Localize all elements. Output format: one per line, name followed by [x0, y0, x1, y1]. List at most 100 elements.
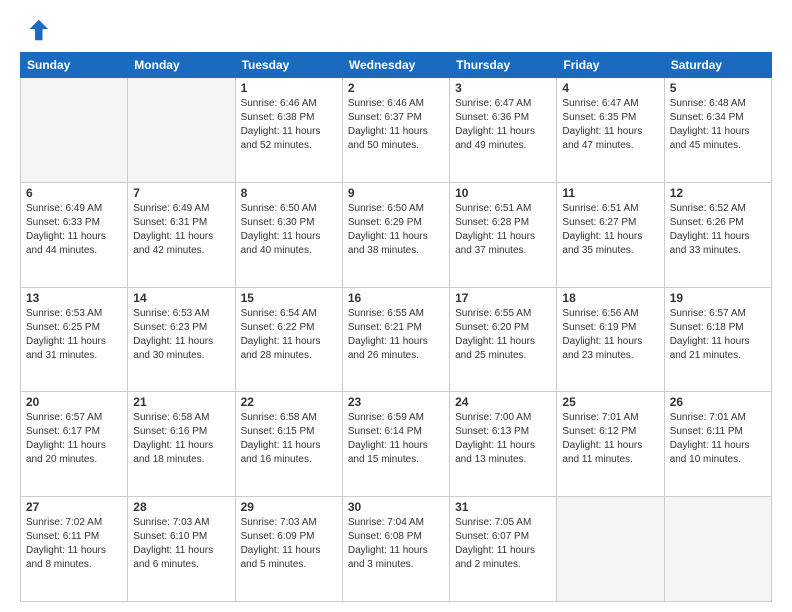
calendar-header-thursday: Thursday [450, 53, 557, 78]
day-number: 9 [348, 186, 444, 200]
day-number: 4 [562, 81, 658, 95]
day-number: 13 [26, 291, 122, 305]
day-info: Sunrise: 6:46 AMSunset: 6:38 PMDaylight:… [241, 97, 337, 153]
calendar-cell: 8 Sunrise: 6:50 AMSunset: 6:30 PMDayligh… [235, 182, 342, 287]
day-info: Sunrise: 7:03 AMSunset: 6:10 PMDaylight:… [133, 516, 229, 572]
calendar-cell: 9 Sunrise: 6:50 AMSunset: 6:29 PMDayligh… [342, 182, 449, 287]
calendar-cell [128, 78, 235, 183]
day-info: Sunrise: 7:05 AMSunset: 6:07 PMDaylight:… [455, 516, 551, 572]
calendar-cell: 3 Sunrise: 6:47 AMSunset: 6:36 PMDayligh… [450, 78, 557, 183]
calendar-header-row: SundayMondayTuesdayWednesdayThursdayFrid… [21, 53, 772, 78]
day-number: 10 [455, 186, 551, 200]
day-info: Sunrise: 6:49 AMSunset: 6:31 PMDaylight:… [133, 202, 229, 258]
day-number: 27 [26, 500, 122, 514]
calendar-cell: 12 Sunrise: 6:52 AMSunset: 6:26 PMDaylig… [664, 182, 771, 287]
calendar-cell: 24 Sunrise: 7:00 AMSunset: 6:13 PMDaylig… [450, 392, 557, 497]
day-info: Sunrise: 6:53 AMSunset: 6:25 PMDaylight:… [26, 307, 122, 363]
calendar-cell: 1 Sunrise: 6:46 AMSunset: 6:38 PMDayligh… [235, 78, 342, 183]
calendar-cell: 2 Sunrise: 6:46 AMSunset: 6:37 PMDayligh… [342, 78, 449, 183]
day-info: Sunrise: 6:58 AMSunset: 6:16 PMDaylight:… [133, 411, 229, 467]
day-number: 3 [455, 81, 551, 95]
day-info: Sunrise: 7:01 AMSunset: 6:11 PMDaylight:… [670, 411, 766, 467]
calendar-cell [664, 497, 771, 602]
day-number: 12 [670, 186, 766, 200]
calendar-cell: 27 Sunrise: 7:02 AMSunset: 6:11 PMDaylig… [21, 497, 128, 602]
day-number: 6 [26, 186, 122, 200]
calendar-cell: 22 Sunrise: 6:58 AMSunset: 6:15 PMDaylig… [235, 392, 342, 497]
calendar-header-sunday: Sunday [21, 53, 128, 78]
header [20, 16, 772, 44]
day-number: 11 [562, 186, 658, 200]
day-info: Sunrise: 6:59 AMSunset: 6:14 PMDaylight:… [348, 411, 444, 467]
day-number: 19 [670, 291, 766, 305]
day-info: Sunrise: 6:52 AMSunset: 6:26 PMDaylight:… [670, 202, 766, 258]
calendar-week-4: 27 Sunrise: 7:02 AMSunset: 6:11 PMDaylig… [21, 497, 772, 602]
day-info: Sunrise: 6:47 AMSunset: 6:36 PMDaylight:… [455, 97, 551, 153]
page: SundayMondayTuesdayWednesdayThursdayFrid… [0, 0, 792, 612]
calendar-cell: 5 Sunrise: 6:48 AMSunset: 6:34 PMDayligh… [664, 78, 771, 183]
day-info: Sunrise: 6:58 AMSunset: 6:15 PMDaylight:… [241, 411, 337, 467]
calendar-cell: 31 Sunrise: 7:05 AMSunset: 6:07 PMDaylig… [450, 497, 557, 602]
calendar-header-friday: Friday [557, 53, 664, 78]
day-info: Sunrise: 6:50 AMSunset: 6:30 PMDaylight:… [241, 202, 337, 258]
day-info: Sunrise: 6:57 AMSunset: 6:17 PMDaylight:… [26, 411, 122, 467]
day-info: Sunrise: 7:00 AMSunset: 6:13 PMDaylight:… [455, 411, 551, 467]
day-number: 16 [348, 291, 444, 305]
calendar-cell: 17 Sunrise: 6:55 AMSunset: 6:20 PMDaylig… [450, 287, 557, 392]
day-number: 17 [455, 291, 551, 305]
day-number: 2 [348, 81, 444, 95]
day-info: Sunrise: 6:49 AMSunset: 6:33 PMDaylight:… [26, 202, 122, 258]
calendar-cell: 25 Sunrise: 7:01 AMSunset: 6:12 PMDaylig… [557, 392, 664, 497]
day-number: 8 [241, 186, 337, 200]
day-info: Sunrise: 6:57 AMSunset: 6:18 PMDaylight:… [670, 307, 766, 363]
day-info: Sunrise: 6:53 AMSunset: 6:23 PMDaylight:… [133, 307, 229, 363]
calendar-cell: 10 Sunrise: 6:51 AMSunset: 6:28 PMDaylig… [450, 182, 557, 287]
day-info: Sunrise: 7:01 AMSunset: 6:12 PMDaylight:… [562, 411, 658, 467]
day-number: 23 [348, 395, 444, 409]
calendar-header-wednesday: Wednesday [342, 53, 449, 78]
day-number: 31 [455, 500, 551, 514]
calendar-cell: 23 Sunrise: 6:59 AMSunset: 6:14 PMDaylig… [342, 392, 449, 497]
day-number: 28 [133, 500, 229, 514]
calendar-header-saturday: Saturday [664, 53, 771, 78]
logo [20, 16, 50, 44]
calendar-cell: 6 Sunrise: 6:49 AMSunset: 6:33 PMDayligh… [21, 182, 128, 287]
day-number: 5 [670, 81, 766, 95]
calendar-week-0: 1 Sunrise: 6:46 AMSunset: 6:38 PMDayligh… [21, 78, 772, 183]
day-info: Sunrise: 6:48 AMSunset: 6:34 PMDaylight:… [670, 97, 766, 153]
day-info: Sunrise: 6:47 AMSunset: 6:35 PMDaylight:… [562, 97, 658, 153]
day-info: Sunrise: 6:55 AMSunset: 6:20 PMDaylight:… [455, 307, 551, 363]
day-number: 21 [133, 395, 229, 409]
day-info: Sunrise: 7:03 AMSunset: 6:09 PMDaylight:… [241, 516, 337, 572]
logo-icon [22, 16, 50, 44]
calendar-cell [21, 78, 128, 183]
day-info: Sunrise: 6:51 AMSunset: 6:27 PMDaylight:… [562, 202, 658, 258]
calendar-cell: 18 Sunrise: 6:56 AMSunset: 6:19 PMDaylig… [557, 287, 664, 392]
calendar-cell: 11 Sunrise: 6:51 AMSunset: 6:27 PMDaylig… [557, 182, 664, 287]
calendar-cell: 28 Sunrise: 7:03 AMSunset: 6:10 PMDaylig… [128, 497, 235, 602]
day-info: Sunrise: 6:51 AMSunset: 6:28 PMDaylight:… [455, 202, 551, 258]
calendar-cell [557, 497, 664, 602]
day-number: 20 [26, 395, 122, 409]
calendar-table: SundayMondayTuesdayWednesdayThursdayFrid… [20, 52, 772, 602]
day-info: Sunrise: 6:54 AMSunset: 6:22 PMDaylight:… [241, 307, 337, 363]
calendar-week-3: 20 Sunrise: 6:57 AMSunset: 6:17 PMDaylig… [21, 392, 772, 497]
calendar-cell: 7 Sunrise: 6:49 AMSunset: 6:31 PMDayligh… [128, 182, 235, 287]
calendar-cell: 20 Sunrise: 6:57 AMSunset: 6:17 PMDaylig… [21, 392, 128, 497]
day-number: 25 [562, 395, 658, 409]
calendar-cell: 26 Sunrise: 7:01 AMSunset: 6:11 PMDaylig… [664, 392, 771, 497]
calendar-cell: 16 Sunrise: 6:55 AMSunset: 6:21 PMDaylig… [342, 287, 449, 392]
calendar-header-tuesday: Tuesday [235, 53, 342, 78]
calendar-cell: 15 Sunrise: 6:54 AMSunset: 6:22 PMDaylig… [235, 287, 342, 392]
calendar-week-2: 13 Sunrise: 6:53 AMSunset: 6:25 PMDaylig… [21, 287, 772, 392]
day-number: 14 [133, 291, 229, 305]
calendar-cell: 30 Sunrise: 7:04 AMSunset: 6:08 PMDaylig… [342, 497, 449, 602]
day-info: Sunrise: 6:46 AMSunset: 6:37 PMDaylight:… [348, 97, 444, 153]
day-number: 24 [455, 395, 551, 409]
day-number: 18 [562, 291, 658, 305]
day-number: 15 [241, 291, 337, 305]
day-number: 22 [241, 395, 337, 409]
day-info: Sunrise: 6:50 AMSunset: 6:29 PMDaylight:… [348, 202, 444, 258]
calendar-cell: 13 Sunrise: 6:53 AMSunset: 6:25 PMDaylig… [21, 287, 128, 392]
day-number: 29 [241, 500, 337, 514]
